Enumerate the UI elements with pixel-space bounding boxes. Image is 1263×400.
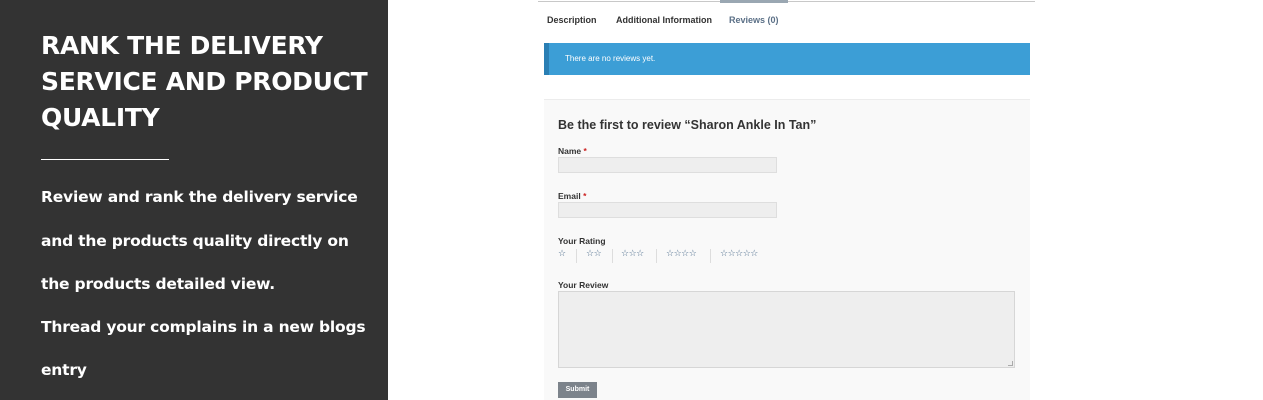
tab-additional-information[interactable]: Additional Information [616,15,712,25]
feature-title: RANK THE DELIVERY SERVICE AND PRODUCT QU… [41,31,368,132]
rating-3-stars[interactable]: ☆☆☆ [621,249,644,259]
review-form-title: Be the first to review “Sharon Ankle In … [558,118,817,132]
rating-4-stars[interactable]: ☆☆☆☆ [666,249,697,259]
name-required-mark: * [583,146,587,156]
rating-separator [656,249,657,263]
resize-handle-icon[interactable] [1008,361,1013,366]
feature-panel: RANK THE DELIVERY SERVICE AND PRODUCT QU… [0,0,388,400]
review-label: Your Review [558,280,609,290]
rating-2-stars[interactable]: ☆☆ [586,249,602,259]
rating-1-star[interactable]: ☆ [558,249,566,259]
feature-line-4: Thread your complains in a new blogs [41,318,366,336]
tab-reviews[interactable]: Reviews (0) [729,15,779,25]
submit-button[interactable]: Submit [558,382,597,398]
active-tab-indicator [720,0,788,3]
rating-separator [710,249,711,263]
title-divider [41,159,169,160]
product-review-screenshot: Description Additional Information Revie… [498,0,1047,400]
email-required-mark: * [583,191,587,201]
no-reviews-notice: There are no reviews yet. [544,43,1030,75]
feature-line-1: Review and rank the delivery service [41,188,358,206]
email-field[interactable] [558,202,777,218]
feature-line-3: the products detailed view. [41,275,275,293]
rating-label: Your Rating [558,236,606,246]
rating-separator [576,249,577,263]
rating-separator [612,249,613,263]
name-field[interactable] [558,157,777,173]
rating-5-stars[interactable]: ☆☆☆☆☆ [720,249,758,259]
email-label: Email * [558,191,586,201]
name-label: Name * [558,146,587,156]
feature-line-2: and the products quality directly on [41,232,349,250]
review-textarea[interactable] [558,291,1015,368]
name-label-text: Name [558,146,582,156]
email-label-text: Email [558,191,581,201]
tab-description[interactable]: Description [547,15,597,25]
feature-line-5: entry [41,361,87,379]
review-form: Be the first to review “Sharon Ankle In … [544,99,1030,400]
